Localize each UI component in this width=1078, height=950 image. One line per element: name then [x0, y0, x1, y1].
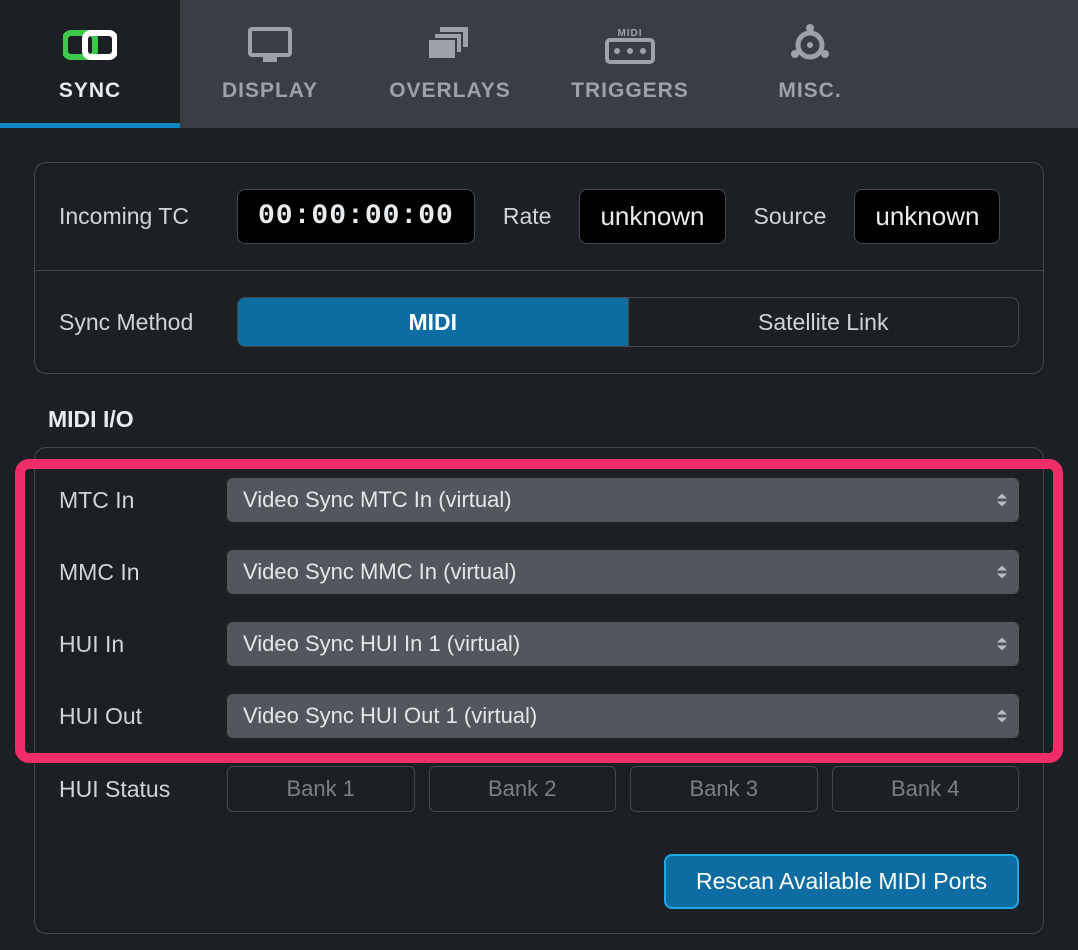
sync-method-row: Sync Method MIDI Satellite Link [35, 270, 1043, 373]
tab-label: DISPLAY [222, 79, 318, 103]
timecode-display: 00:00:00:00 [237, 189, 475, 244]
hui-in-label: HUI In [59, 631, 227, 658]
hui-in-row: HUI In Video Sync HUI In 1 (virtual) [59, 622, 1019, 666]
hui-out-value: Video Sync HUI Out 1 (virtual) [243, 703, 537, 729]
tab-label: TRIGGERS [571, 79, 689, 103]
mmc-in-value: Video Sync MMC In (virtual) [243, 559, 516, 585]
midi-icon: MIDI [605, 25, 655, 65]
stepper-icon [997, 494, 1007, 507]
mmc-in-select[interactable]: Video Sync MMC In (virtual) [227, 550, 1019, 594]
incoming-tc-label: Incoming TC [59, 203, 209, 230]
hui-out-label: HUI Out [59, 703, 227, 730]
tab-misc[interactable]: MISC. [720, 0, 900, 128]
mtc-in-select[interactable]: Video Sync MTC In (virtual) [227, 478, 1019, 522]
mtc-in-value: Video Sync MTC In (virtual) [243, 487, 512, 513]
stepper-icon [997, 566, 1007, 579]
source-display: unknown [854, 189, 1000, 244]
tab-triggers[interactable]: MIDI TRIGGERS [540, 0, 720, 128]
mtc-in-label: MTC In [59, 487, 227, 514]
tab-sync[interactable]: SYNC [0, 0, 180, 128]
display-icon [247, 25, 293, 65]
hui-bank-3: Bank 3 [630, 766, 818, 812]
hui-banks: Bank 1 Bank 2 Bank 3 Bank 4 [227, 766, 1019, 812]
rate-display: unknown [579, 189, 725, 244]
hui-in-select[interactable]: Video Sync HUI In 1 (virtual) [227, 622, 1019, 666]
overlays-icon [426, 25, 474, 65]
stepper-icon [997, 638, 1007, 651]
source-label: Source [754, 203, 827, 230]
sync-panel-content: Incoming TC 00:00:00:00 Rate unknown Sou… [0, 128, 1078, 934]
tab-label: MISC. [778, 79, 841, 103]
mmc-in-label: MMC In [59, 559, 227, 586]
hui-out-row: HUI Out Video Sync HUI Out 1 (virtual) [59, 694, 1019, 738]
hui-status-row: HUI Status Bank 1 Bank 2 Bank 3 Bank 4 [59, 766, 1019, 812]
tab-label: OVERLAYS [389, 79, 511, 103]
svg-text:MIDI: MIDI [617, 28, 642, 39]
sync-icon [63, 25, 117, 65]
midi-io-panel: MTC In Video Sync MTC In (virtual) MMC I… [34, 447, 1044, 934]
hui-bank-2: Bank 2 [429, 766, 617, 812]
hui-out-select[interactable]: Video Sync HUI Out 1 (virtual) [227, 694, 1019, 738]
sync-method-satellite[interactable]: Satellite Link [628, 298, 1019, 346]
hui-bank-1: Bank 1 [227, 766, 415, 812]
stepper-icon [997, 710, 1007, 723]
midi-io-heading: MIDI I/O [48, 406, 1044, 433]
tab-label: SYNC [59, 79, 121, 103]
sync-method-label: Sync Method [59, 309, 209, 336]
rescan-row: Rescan Available MIDI Ports [59, 854, 1019, 909]
rate-label: Rate [503, 203, 552, 230]
rescan-midi-button[interactable]: Rescan Available MIDI Ports [664, 854, 1019, 909]
mmc-in-row: MMC In Video Sync MMC In (virtual) [59, 550, 1019, 594]
tab-bar: SYNC DISPLAY OVERLAYS [0, 0, 1078, 128]
hui-status-label: HUI Status [59, 776, 227, 803]
mtc-in-row: MTC In Video Sync MTC In (virtual) [59, 478, 1019, 522]
sync-method-midi[interactable]: MIDI [238, 298, 628, 346]
tab-overlays[interactable]: OVERLAYS [360, 0, 540, 128]
tab-display[interactable]: DISPLAY [180, 0, 360, 128]
hui-bank-4: Bank 4 [832, 766, 1020, 812]
sync-method-segmented: MIDI Satellite Link [237, 297, 1019, 347]
incoming-tc-row: Incoming TC 00:00:00:00 Rate unknown Sou… [35, 163, 1043, 270]
hui-in-value: Video Sync HUI In 1 (virtual) [243, 631, 520, 657]
sync-status-panel: Incoming TC 00:00:00:00 Rate unknown Sou… [34, 162, 1044, 374]
gear-icon [788, 25, 832, 65]
